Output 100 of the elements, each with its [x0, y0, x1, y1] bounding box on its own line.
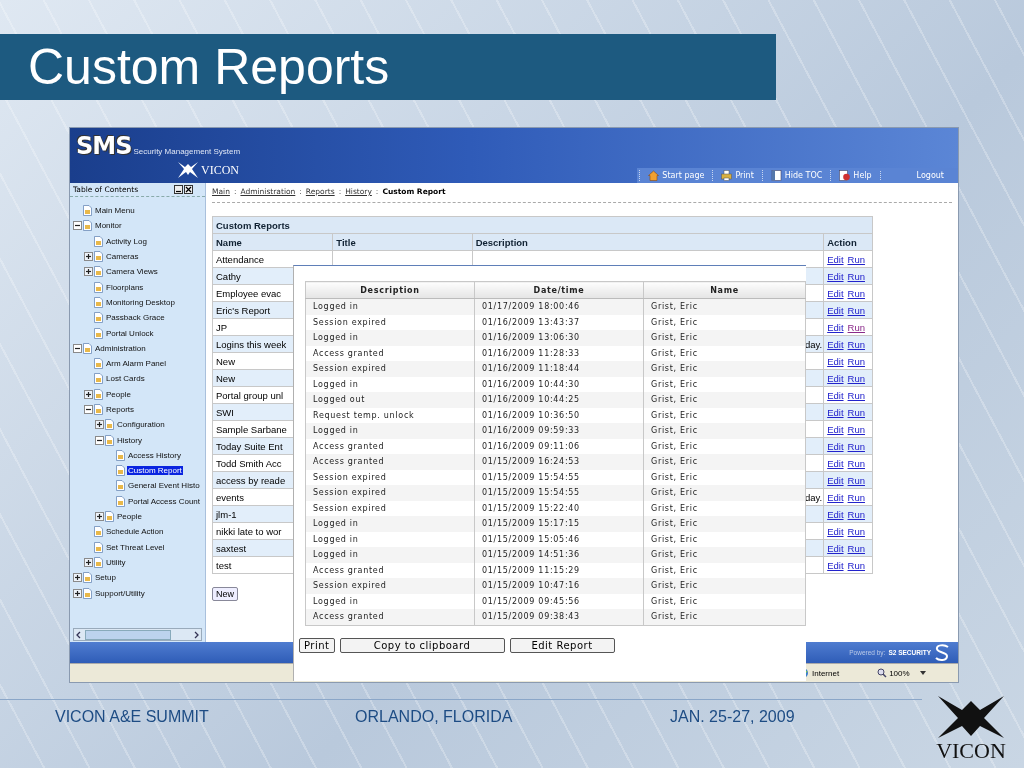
tree-item[interactable]: Schedule Action: [105, 527, 165, 537]
tree-item[interactable]: Portal Access Count: [127, 496, 202, 506]
tree-item[interactable]: Activity Log: [105, 236, 148, 246]
tree-item[interactable]: Utility: [105, 557, 127, 567]
close-icon[interactable]: [184, 185, 193, 194]
page-icon: [93, 404, 104, 415]
action-link[interactable]: Run: [847, 270, 865, 282]
tree-item[interactable]: Setup: [94, 573, 117, 583]
table-cell: Grist, Eric: [643, 454, 806, 470]
tree-item[interactable]: Portal Unlock: [105, 328, 155, 338]
action-link[interactable]: Run: [847, 440, 865, 452]
nav-link[interactable]: Logout: [879, 171, 952, 180]
action-link[interactable]: Edit: [827, 542, 844, 554]
action-link[interactable]: Edit: [827, 355, 844, 367]
action-link[interactable]: Run: [847, 406, 865, 418]
nav-link[interactable]: Help: [830, 170, 880, 181]
page-icon: [93, 358, 104, 370]
expand-icon[interactable]: [84, 267, 93, 277]
action-link[interactable]: Run: [847, 355, 865, 367]
action-link[interactable]: Edit: [827, 440, 844, 452]
action-link[interactable]: Edit: [827, 389, 844, 401]
action-link[interactable]: Edit: [827, 406, 844, 418]
tree-item[interactable]: Passback Grace: [105, 313, 166, 323]
collapse-icon[interactable]: [84, 405, 93, 414]
action-link[interactable]: Edit: [827, 525, 844, 537]
tree-item[interactable]: People: [105, 389, 132, 399]
tree-item[interactable]: Administration: [94, 343, 147, 353]
expand-icon[interactable]: [73, 573, 82, 583]
tree-item[interactable]: Lost Cards: [105, 374, 146, 384]
expand-icon[interactable]: [84, 389, 93, 399]
tree-item[interactable]: Floorplans: [105, 282, 145, 292]
popup-button[interactable]: Copy to clipboard: [339, 637, 505, 653]
nav-link[interactable]: Start page: [639, 170, 713, 181]
horizontal-scrollbar[interactable]: [73, 628, 202, 641]
action-link[interactable]: Run: [847, 389, 865, 401]
tree-item[interactable]: People: [116, 512, 143, 522]
nav-link[interactable]: Print: [712, 170, 762, 181]
action-link[interactable]: Edit: [827, 491, 844, 503]
tree-item[interactable]: Camera Views: [105, 267, 159, 277]
tree-item[interactable]: Configuration: [116, 420, 166, 430]
zoom-level[interactable]: 100%: [889, 668, 910, 678]
tree-item[interactable]: Access History: [127, 450, 182, 460]
action-link[interactable]: Edit: [827, 423, 844, 435]
action-link[interactable]: Edit: [827, 321, 844, 333]
dropdown-arrow-icon[interactable]: [919, 671, 926, 675]
popup-button[interactable]: Print: [299, 637, 335, 653]
action-link[interactable]: Run: [847, 304, 865, 316]
page-icon: [93, 373, 104, 385]
expand-icon[interactable]: [84, 557, 93, 567]
expand-icon[interactable]: [84, 252, 93, 262]
table-cell: Grist, Eric: [643, 578, 806, 594]
action-link[interactable]: Edit: [827, 270, 844, 282]
tree-item[interactable]: Main Menu: [94, 206, 136, 216]
action-link[interactable]: Run: [847, 423, 865, 435]
page-icon: [104, 419, 115, 431]
tree-item[interactable]: General Event Histo: [127, 481, 201, 491]
page-icon: [93, 312, 104, 324]
action-link[interactable]: Run: [847, 253, 865, 265]
tree-item[interactable]: Monitor: [94, 221, 123, 231]
collapse-icon[interactable]: [73, 221, 82, 231]
action-link[interactable]: Run: [847, 338, 865, 350]
tree-item[interactable]: Set Threat Level: [105, 542, 166, 552]
collapse-icon[interactable]: [95, 435, 104, 445]
action-link[interactable]: Run: [847, 474, 865, 486]
minimize-icon[interactable]: [174, 185, 183, 194]
tree-item[interactable]: Cameras: [105, 252, 140, 262]
action-link[interactable]: Edit: [827, 457, 844, 469]
action-link[interactable]: Edit: [827, 559, 844, 571]
action-link[interactable]: Run: [847, 508, 865, 520]
action-link[interactable]: Edit: [827, 253, 844, 265]
expand-icon[interactable]: [73, 588, 82, 598]
action-link[interactable]: Edit: [827, 338, 844, 350]
action-link[interactable]: Edit: [827, 304, 844, 316]
page-icon: [93, 251, 104, 263]
nav-link[interactable]: Hide TOC: [761, 170, 831, 181]
popup-button[interactable]: Edit Report: [509, 637, 615, 653]
expand-icon[interactable]: [95, 512, 104, 522]
tree-item[interactable]: Support/Utility: [94, 588, 146, 598]
tree-item[interactable]: Monitoring Desktop: [105, 297, 176, 307]
collapse-icon[interactable]: [73, 343, 82, 353]
action-link[interactable]: Edit: [827, 474, 844, 486]
tree-item[interactable]: Custom Report: [127, 466, 183, 476]
action-link[interactable]: Edit: [827, 287, 844, 299]
action-link[interactable]: Run: [847, 491, 865, 503]
action-link[interactable]: Run: [847, 559, 865, 571]
action-link[interactable]: Run: [847, 287, 865, 299]
page-icon: [115, 449, 126, 461]
tree-item[interactable]: Reports: [105, 405, 135, 414]
action-link[interactable]: Run: [847, 525, 865, 537]
action-link[interactable]: Run: [847, 321, 865, 333]
new-button[interactable]: New: [212, 587, 238, 601]
tree-item[interactable]: History: [116, 435, 143, 445]
action-link[interactable]: Run: [847, 457, 865, 469]
tree-item[interactable]: Arm Alarm Panel: [105, 359, 168, 369]
expand-icon[interactable]: [95, 420, 104, 430]
action-link[interactable]: Edit: [827, 372, 844, 384]
table-cell: Access granted: [305, 454, 475, 470]
action-link[interactable]: Run: [847, 372, 865, 384]
action-link[interactable]: Run: [847, 542, 865, 554]
action-link[interactable]: Edit: [827, 508, 844, 520]
